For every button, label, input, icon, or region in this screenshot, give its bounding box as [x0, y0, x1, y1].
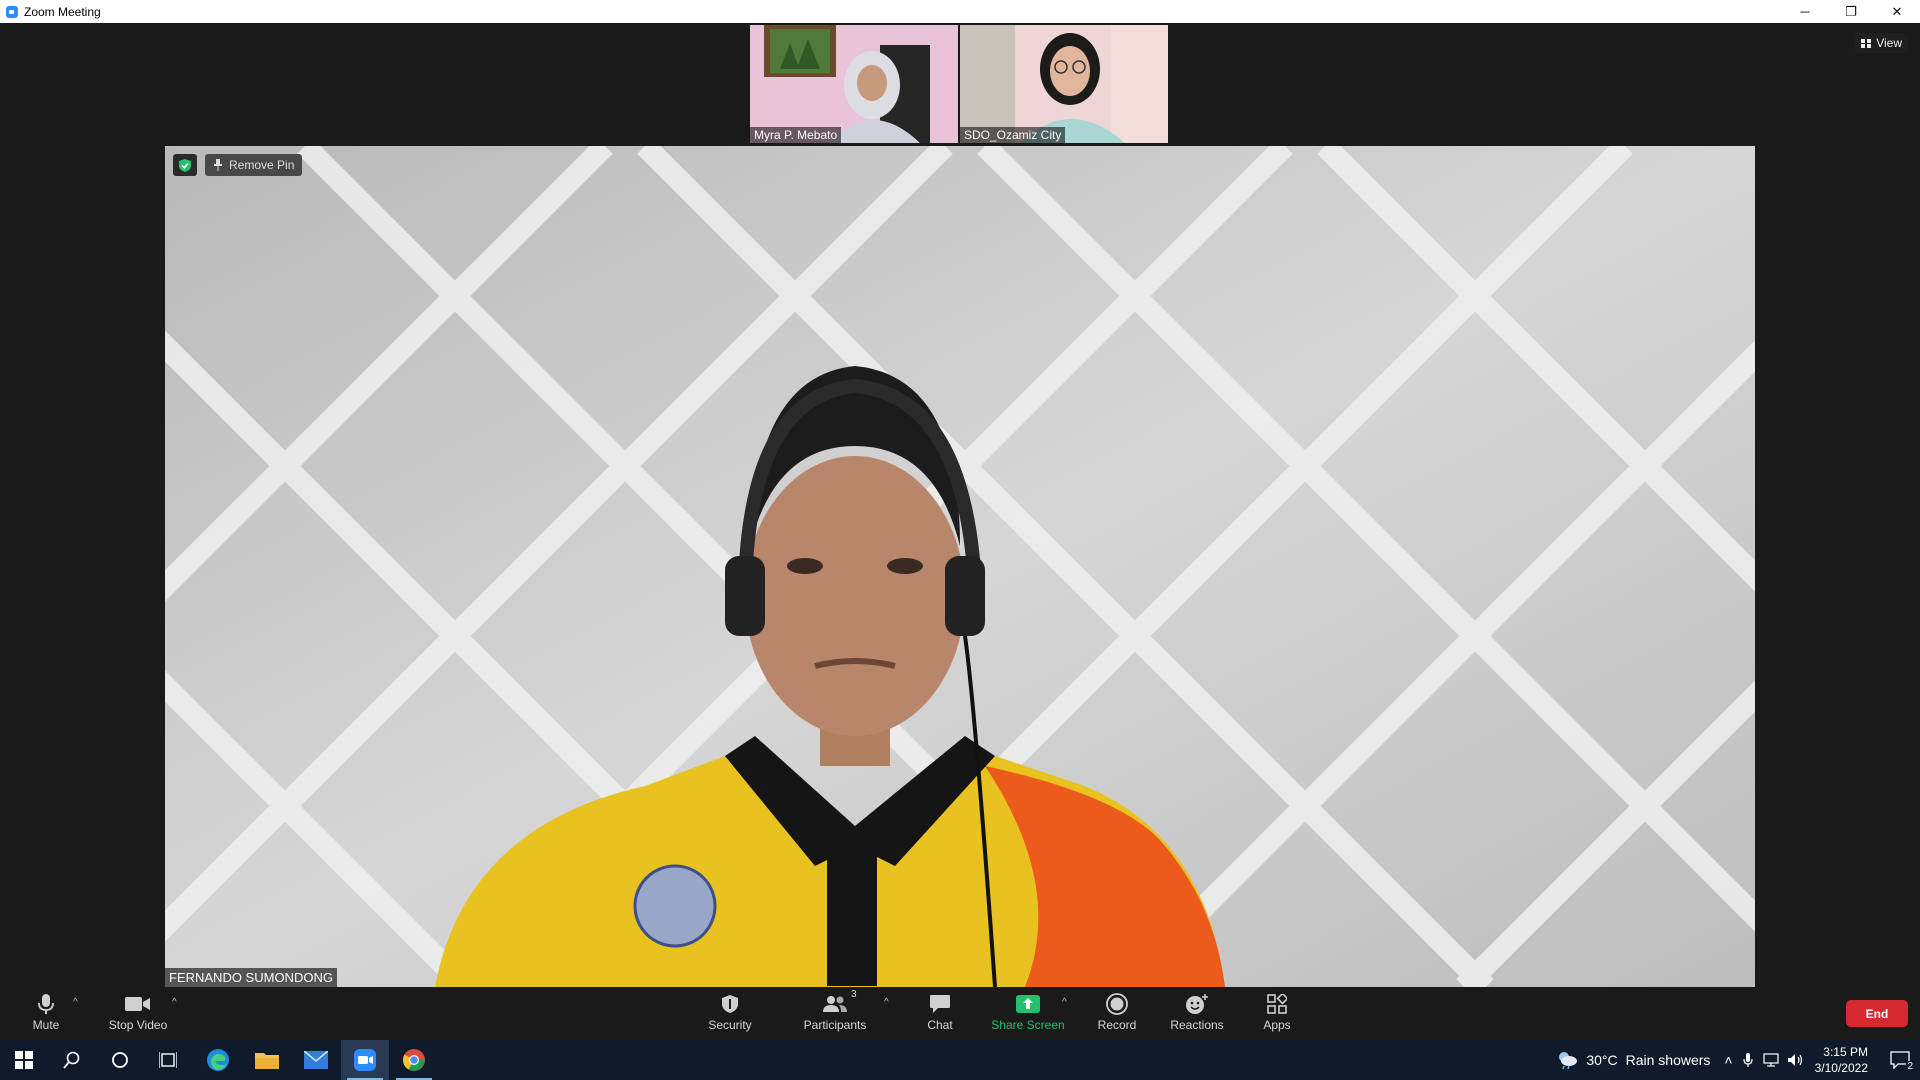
mute-label: Mute: [32, 1018, 60, 1032]
notification-count-badge: 2: [1906, 1061, 1914, 1072]
zoom-taskbar-icon[interactable]: [341, 1040, 389, 1080]
speaker-video-feed: [165, 146, 1755, 987]
close-button[interactable]: ✕: [1874, 0, 1920, 23]
mail-taskbar-icon[interactable]: [292, 1040, 340, 1080]
participant-thumbnail[interactable]: Myra P. Mebato: [750, 25, 958, 143]
stop-video-button[interactable]: Stop Video: [93, 991, 183, 1037]
participants-label: Participants: [803, 1018, 867, 1032]
search-icon: [63, 1051, 80, 1069]
weather-description[interactable]: Rain showers: [1626, 1052, 1711, 1068]
minimize-button[interactable]: ─: [1782, 0, 1828, 23]
network-icon[interactable]: [1763, 1053, 1779, 1067]
microphone-in-use-icon[interactable]: [1743, 1052, 1753, 1068]
shield-check-icon: [179, 158, 191, 172]
clock-date: 3/10/2022: [1814, 1061, 1868, 1075]
participant-thumbnail[interactable]: SDO_Ozamiz City: [960, 25, 1168, 143]
weather-cloud-rain-icon: [1559, 1052, 1578, 1069]
meeting-controls-toolbar: Mute ^ Stop Video ^ Security Participant…: [0, 987, 1920, 1040]
cortana-circle-icon: [112, 1052, 128, 1068]
reactions-button[interactable]: Reactions: [1152, 991, 1242, 1037]
mail-envelope-icon: [304, 1051, 328, 1069]
pin-icon: [214, 159, 222, 171]
cortana-button[interactable]: [96, 1040, 144, 1080]
window-controls: ─ ❐ ✕: [1782, 0, 1920, 23]
participant-name-label: Myra P. Mebato: [750, 127, 842, 143]
chat-bubble-icon: [930, 995, 950, 1013]
participant-video-feed: [960, 25, 1168, 143]
chat-label: Chat: [927, 1018, 953, 1032]
audio-options-chevron-icon[interactable]: ^: [73, 997, 78, 1008]
show-hidden-icons-chevron-icon[interactable]: ˄: [1724, 1052, 1732, 1068]
system-tray: 30°C Rain showers ˄ 3:15 PM 3/10/2022 2: [1556, 1040, 1920, 1080]
record-label: Record: [1097, 1018, 1137, 1032]
volume-speaker-icon[interactable]: [1787, 1053, 1805, 1067]
record-icon: [1106, 993, 1128, 1015]
share-screen-label: Share Screen: [991, 1018, 1065, 1032]
apps-button[interactable]: Apps: [1232, 991, 1322, 1037]
encryption-shield-badge[interactable]: [173, 154, 197, 176]
share-screen-button[interactable]: Share Screen: [983, 991, 1073, 1037]
main-video-panel[interactable]: Remove Pin FERNANDO SUMONDONG: [165, 146, 1755, 987]
chrome-icon: [403, 1049, 425, 1071]
view-button-label: View: [1876, 36, 1902, 50]
zoom-video-icon: [354, 1049, 376, 1071]
action-center-button[interactable]: 2: [1880, 1040, 1920, 1080]
windows-taskbar: 30°C Rain showers ˄ 3:15 PM 3/10/2022 2: [0, 1040, 1920, 1080]
zoom-app-icon: [6, 5, 18, 18]
taskbar-clock[interactable]: 3:15 PM 3/10/2022: [1815, 1044, 1868, 1076]
view-button[interactable]: View: [1855, 33, 1908, 53]
windows-logo-icon: [15, 1051, 33, 1069]
security-button[interactable]: Security: [685, 991, 775, 1037]
video-options-chevron-icon[interactable]: ^: [172, 997, 177, 1008]
grid-view-icon: [1861, 38, 1872, 48]
security-label: Security: [708, 1018, 752, 1032]
start-button[interactable]: [0, 1040, 48, 1080]
reactions-label: Reactions: [1170, 1018, 1224, 1032]
apps-icon: [1267, 994, 1287, 1014]
participants-count: 3: [851, 989, 857, 1000]
remove-pin-label: Remove Pin: [229, 158, 295, 172]
chrome-taskbar-icon[interactable]: [390, 1040, 438, 1080]
clock-time: 3:15 PM: [1823, 1045, 1868, 1059]
edge-browser-taskbar-icon[interactable]: [194, 1040, 242, 1080]
video-camera-icon: [125, 997, 150, 1011]
window-title: Zoom Meeting: [24, 4, 101, 19]
remove-pin-button[interactable]: Remove Pin: [205, 154, 303, 176]
speaker-name-label: FERNANDO SUMONDONG: [165, 968, 337, 987]
microphone-icon: [38, 994, 54, 1014]
taskbar-search-button[interactable]: [48, 1040, 96, 1080]
participants-icon: [823, 996, 847, 1012]
participants-button[interactable]: Participants: [790, 991, 880, 1037]
weather-temperature[interactable]: 30°C: [1586, 1052, 1617, 1068]
share-options-chevron-icon[interactable]: ^: [1062, 997, 1067, 1008]
participants-options-chevron-icon[interactable]: ^: [884, 997, 889, 1008]
restore-button[interactable]: ❐: [1828, 0, 1874, 23]
end-meeting-button[interactable]: End: [1846, 1000, 1908, 1027]
task-view-icon: [159, 1052, 177, 1068]
window-titlebar: Zoom Meeting ─ ❐ ✕: [0, 0, 1920, 23]
participant-name-label: SDO_Ozamiz City: [960, 127, 1066, 143]
apps-label: Apps: [1263, 1018, 1291, 1032]
chat-button[interactable]: Chat: [895, 991, 985, 1037]
shield-icon: [722, 995, 738, 1013]
share-screen-icon: [1016, 995, 1040, 1013]
participant-video-feed: [750, 25, 958, 143]
folder-icon: [255, 1053, 279, 1069]
record-button[interactable]: Record: [1072, 991, 1162, 1037]
task-view-button[interactable]: [144, 1040, 192, 1080]
edge-icon: [207, 1049, 229, 1071]
file-explorer-taskbar-icon[interactable]: [243, 1040, 291, 1080]
smiley-reaction-icon: [1186, 994, 1208, 1014]
stop-video-label: Stop Video: [108, 1018, 168, 1032]
